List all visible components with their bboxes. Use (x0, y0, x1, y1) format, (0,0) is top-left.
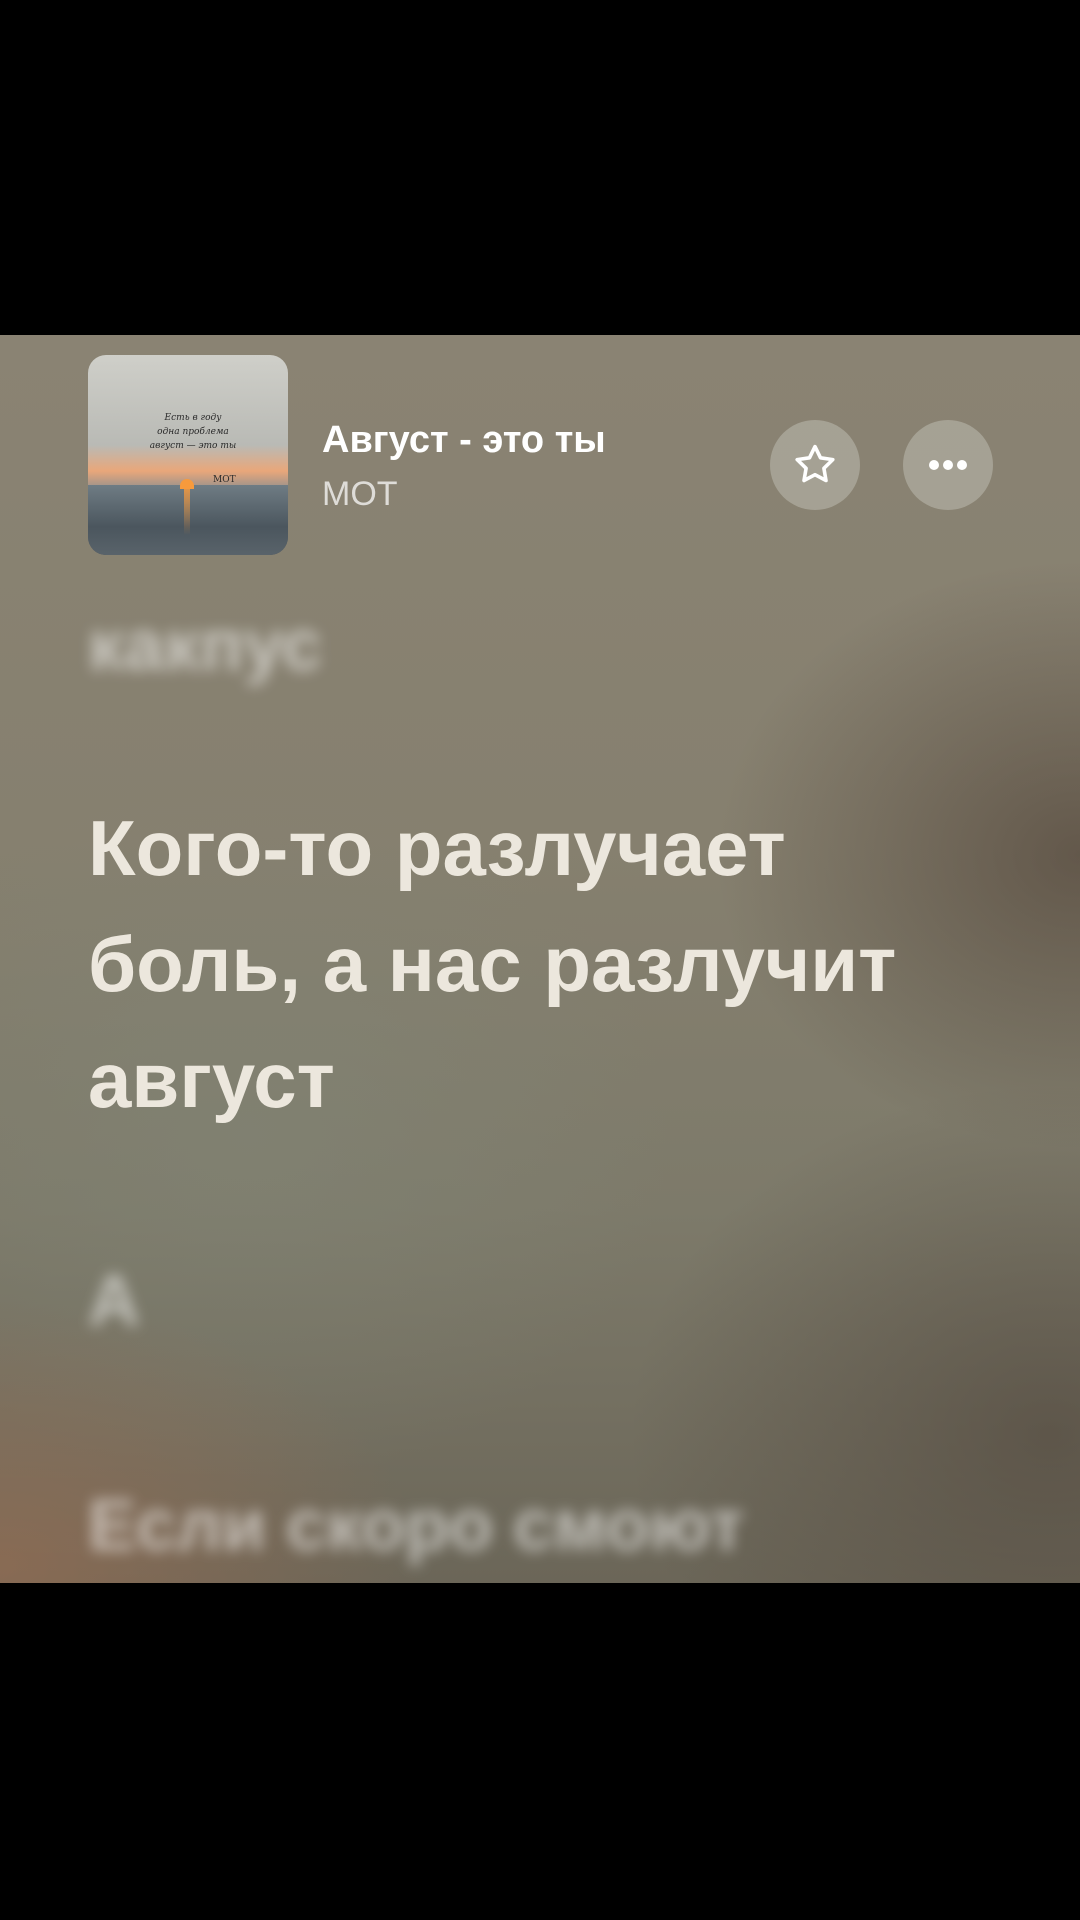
track-artist[interactable]: МОТ (322, 475, 398, 514)
cover-note-line: Есть в году (164, 413, 222, 423)
cover-note-line: одна проблема (157, 427, 229, 437)
more-horizontal-icon (924, 457, 972, 473)
cover-signature: МОТ (213, 475, 236, 485)
album-cover[interactable]: Есть в году одна проблема август — это т… (88, 355, 288, 555)
favorite-button[interactable] (770, 420, 860, 510)
cover-sun-reflection (184, 485, 190, 535)
lyric-line-next[interactable]: Если скоро смоют (88, 1485, 744, 1567)
more-options-button[interactable] (903, 420, 993, 510)
star-icon (791, 441, 839, 489)
lyric-line-current[interactable]: Кого-то разлучает боль, а нас разлучит а… (88, 790, 1008, 1138)
lyric-line-previous[interactable]: какпус (88, 605, 322, 687)
lyrics-screen: Есть в году одна проблема август — это т… (0, 335, 1080, 1583)
cover-handwritten-note: Есть в году одна проблема август — это т… (138, 411, 248, 453)
cover-note-line: август — это ты (149, 441, 237, 451)
lyric-line-next[interactable]: А (88, 1260, 140, 1342)
now-playing-header: Есть в году одна проблема август — это т… (0, 335, 1080, 565)
track-title[interactable]: Август - это ты (322, 419, 606, 462)
